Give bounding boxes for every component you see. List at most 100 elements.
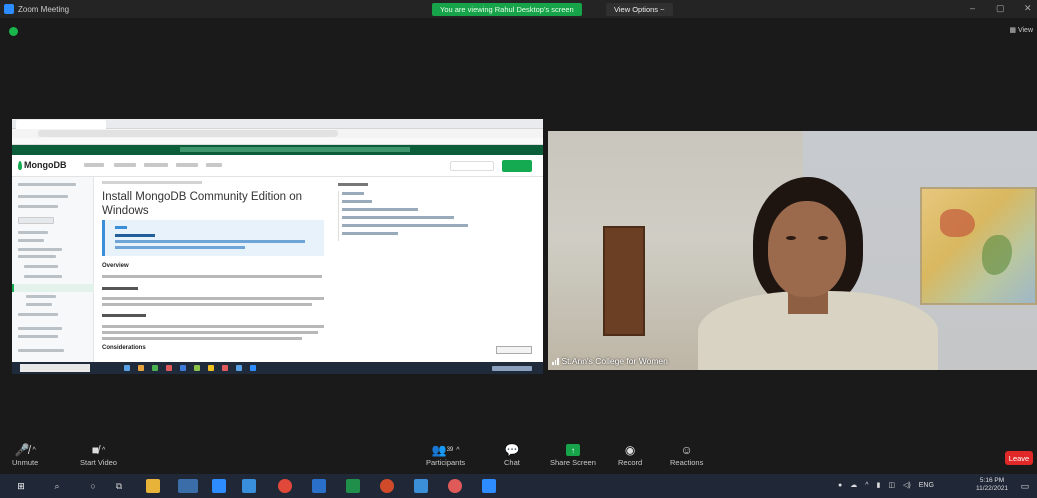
mongodb-brand: MongoDB — [24, 160, 67, 170]
mongodb-leaf-icon — [18, 160, 22, 170]
docs-search-input[interactable] — [450, 161, 494, 171]
zoom-window: Zoom Meeting You are viewing Rahul Deskt… — [0, 0, 1037, 498]
notifications-icon[interactable]: ▭ — [1018, 479, 1032, 493]
nav-item[interactable] — [176, 163, 198, 167]
taskbar-app-icon[interactable] — [448, 479, 462, 493]
version-select[interactable] — [18, 217, 54, 224]
share-screen-label: Share Screen — [550, 458, 596, 467]
system-clock[interactable]: 5:16 PM 11/22/2021 — [976, 477, 1008, 493]
reactions-icon: ☺ — [680, 443, 693, 457]
browser-tab-strip — [12, 119, 543, 129]
sidebar-item[interactable] — [24, 275, 62, 278]
sidebar-item[interactable] — [18, 205, 58, 208]
excel-icon[interactable] — [346, 479, 360, 493]
url-field[interactable] — [38, 130, 338, 137]
chevron-up-icon[interactable]: ^ — [32, 447, 35, 454]
docs-signin-button[interactable] — [502, 160, 532, 172]
clock-time: 5:16 PM — [979, 477, 1005, 484]
mongodb-announcement-banner — [12, 145, 543, 155]
zoom-taskbar-icon[interactable] — [482, 479, 496, 493]
sidebar-item[interactable] — [18, 313, 58, 316]
nav-item[interactable] — [144, 163, 168, 167]
bookmarks-bar — [12, 138, 543, 145]
sidebar-item[interactable] — [18, 183, 76, 186]
feedback-button[interactable] — [496, 346, 532, 354]
toc-item[interactable] — [342, 208, 418, 211]
record-button[interactable]: ◉ Record — [618, 442, 642, 467]
participant-video-tile[interactable]: St.Ann's College for Women — [548, 131, 1037, 370]
chat-button[interactable]: 💬 Chat — [504, 442, 520, 467]
toc-item[interactable] — [342, 192, 364, 195]
breadcrumb[interactable] — [102, 181, 202, 184]
windows-start-icon[interactable]: ⊞ — [14, 479, 28, 493]
taskbar-app-icon[interactable] — [178, 479, 198, 493]
remote-search-box — [20, 364, 90, 372]
share-screen-button[interactable]: ↑ Share Screen — [550, 442, 596, 467]
taskbar-app-icon[interactable] — [242, 479, 256, 493]
mongodb-logo[interactable]: MongoDB — [18, 160, 67, 170]
clock-date: 11/22/2021 — [976, 485, 1009, 492]
minimize-icon[interactable]: – — [970, 3, 975, 13]
chat-icon: 💬 — [504, 443, 520, 457]
chevron-up-icon[interactable]: ^ — [865, 482, 868, 489]
network-icon[interactable]: ◫ — [888, 481, 895, 489]
volume-icon[interactable]: ◁) — [903, 481, 911, 489]
participant-name: St.Ann's College for Women — [561, 356, 668, 366]
sidebar-item[interactable] — [18, 335, 58, 338]
title-bar: Zoom Meeting You are viewing Rahul Deskt… — [0, 0, 1037, 18]
view-toggle-button[interactable]: ▦ View — [1009, 26, 1033, 35]
nav-item[interactable] — [114, 163, 136, 167]
nav-item[interactable] — [206, 163, 222, 167]
close-icon[interactable]: ✕ — [1024, 3, 1032, 14]
cloud-icon[interactable]: ☁ — [850, 481, 857, 489]
sidebar-item[interactable] — [18, 349, 64, 352]
toc-item[interactable] — [342, 224, 468, 227]
unmute-button[interactable]: 🎤̸ ^ Unmute — [12, 442, 38, 467]
shared-screen[interactable]: MongoDB Install MongoDB Community Editio… — [12, 119, 543, 374]
sidebar-item[interactable] — [26, 303, 52, 306]
reactions-button[interactable]: ☺ Reactions — [670, 442, 703, 467]
encryption-shield-icon[interactable] — [9, 27, 18, 36]
sidebar-item[interactable] — [18, 327, 62, 330]
sidebar-item[interactable] — [18, 239, 44, 242]
sidebar-item[interactable] — [24, 265, 58, 268]
sidebar-item[interactable] — [18, 195, 68, 198]
task-view-icon[interactable]: ⧉ — [112, 479, 126, 493]
toc-item[interactable] — [342, 232, 398, 235]
toc-item[interactable] — [342, 200, 372, 203]
sidebar-item-active[interactable] — [12, 284, 94, 292]
record-label: Record — [618, 458, 643, 467]
start-video-button[interactable]: ■̸ ^ Start Video — [80, 442, 117, 467]
participants-label: Participants — [426, 458, 466, 467]
view-options-button[interactable]: View Options ~ — [606, 3, 673, 16]
toc-heading — [338, 183, 368, 186]
sidebar-item[interactable] — [18, 231, 48, 234]
nav-item[interactable] — [84, 163, 104, 167]
leave-button[interactable]: Leave — [1005, 451, 1033, 465]
taskbar-app-icon[interactable] — [312, 479, 326, 493]
maximize-icon[interactable]: ▢ — [996, 3, 1005, 14]
cortana-icon[interactable]: ○ — [86, 479, 100, 493]
chevron-up-icon[interactable]: ^ — [102, 447, 105, 454]
file-explorer-icon[interactable] — [146, 479, 160, 493]
search-icon[interactable]: ⌕ — [50, 479, 64, 493]
sidebar-item[interactable] — [18, 248, 62, 251]
sidebar-item[interactable] — [18, 255, 56, 258]
participants-button[interactable]: 👥 39 ^ Participants — [426, 442, 465, 467]
chevron-up-icon[interactable]: ^ — [456, 447, 459, 454]
weather-icon[interactable]: ● — [838, 482, 842, 489]
language-indicator[interactable]: ENG — [919, 482, 934, 489]
start-video-label: Start Video — [80, 458, 117, 467]
browser-tab[interactable] — [16, 120, 106, 129]
sidebar-item[interactable] — [26, 295, 56, 298]
section-heading-considerations: Considerations — [102, 345, 146, 351]
page-title: Install MongoDB Community Edition on Win… — [102, 191, 303, 217]
participant-name-label: St.Ann's College for Women — [552, 356, 668, 366]
chrome-icon[interactable] — [278, 479, 292, 493]
docs-sidebar — [12, 177, 94, 362]
taskbar-app-icon[interactable] — [414, 479, 428, 493]
battery-icon[interactable]: ▮ — [877, 481, 881, 489]
taskbar-app-icon[interactable] — [212, 479, 226, 493]
taskbar-app-icon[interactable] — [380, 479, 394, 493]
toc-item[interactable] — [342, 216, 454, 219]
